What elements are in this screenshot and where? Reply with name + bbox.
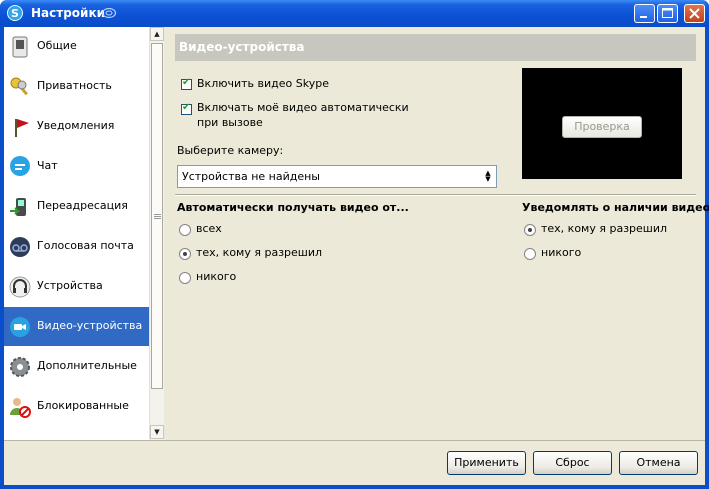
sidebar-item-devices[interactable]: Устройства (4, 267, 149, 306)
reset-button[interactable]: Сброс (533, 451, 612, 475)
notify-video-title: Уведомлять о наличии видео... (522, 201, 709, 214)
scroll-down-button[interactable]: ▼ (150, 425, 164, 439)
auto-video-label-line1: Включать моё видео автоматически (197, 101, 409, 114)
sidebar-item-notifications[interactable]: Уведомления (4, 107, 149, 146)
receive-none-label: никого (196, 270, 237, 283)
grip-line (154, 214, 161, 215)
sidebar-item-privacy[interactable]: Приватность (4, 67, 149, 106)
settings-window: S Настройки Общие Приватность Уведомлени… (0, 0, 709, 489)
receive-video-title: Автоматически получать видео от... (177, 201, 409, 214)
switch-icon (12, 36, 28, 58)
sidebar-item-general[interactable]: Общие (4, 27, 149, 66)
gear-icon (10, 357, 30, 377)
chat-bubble-icon (10, 156, 30, 176)
receive-allowed-radio[interactable] (179, 248, 191, 260)
sidebar-item-label: Устройства (37, 279, 103, 292)
divider-highlight (175, 195, 696, 196)
close-icon (689, 8, 700, 19)
apply-button[interactable]: Применить (447, 451, 526, 475)
sidebar-item-label: Переадресация (37, 199, 128, 212)
maximize-button[interactable] (657, 4, 678, 23)
scroll-thumb[interactable] (151, 43, 163, 389)
camera-select[interactable]: Устройства не найдены ▲ ▼ (177, 165, 497, 188)
camera-select-value: Устройства не найдены (182, 170, 320, 183)
sidebar-item-voicemail[interactable]: Голосовая почта (4, 227, 149, 266)
sidebar-item-blocked[interactable]: Блокированные (4, 387, 149, 426)
keys-icon (10, 77, 28, 96)
headset-icon (9, 276, 31, 298)
sidebar-scrollbar[interactable]: ▲ ▼ (149, 27, 164, 440)
preview-check-button[interactable]: Проверка (562, 116, 642, 138)
camera-label: Выберите камеру: (177, 144, 284, 157)
flag-icon (15, 119, 29, 137)
sidebar-item-label: Уведомления (37, 119, 115, 132)
receive-all-radio[interactable] (179, 224, 191, 236)
title-bar[interactable]: S Настройки (0, 0, 709, 27)
blocked-user-icon (10, 398, 31, 418)
minimize-button[interactable] (634, 4, 655, 23)
window-client: Общие Приватность Уведомления Чат Переад… (4, 27, 709, 485)
scroll-up-button[interactable]: ▲ (150, 27, 164, 41)
settings-sidebar: Общие Приватность Уведомления Чат Переад… (4, 27, 149, 440)
sidebar-item-forwarding[interactable]: Переадресация (4, 187, 149, 226)
sidebar-item-label: Чат (37, 159, 58, 172)
sidebar-item-label: Голосовая почта (37, 239, 134, 252)
window-title: Настройки (31, 6, 106, 20)
grip-line (154, 218, 161, 219)
video-preview: Проверка (522, 68, 682, 179)
maximize-icon (662, 8, 673, 18)
receive-allowed-label: тех, кому я разрешил (196, 246, 323, 259)
minimize-icon (640, 16, 647, 18)
swirl-logo-icon (101, 7, 117, 19)
notify-none-radio[interactable] (524, 248, 536, 260)
sidebar-item-label: Общие (37, 39, 77, 52)
sidebar-item-partial[interactable] (4, 427, 149, 440)
skype-icon: S (7, 5, 23, 21)
enable-video-label: Включить видео Skype (197, 77, 329, 90)
sidebar-item-chat[interactable]: Чат (4, 147, 149, 186)
cancel-button[interactable]: Отмена (619, 451, 698, 475)
sidebar-item-advanced[interactable]: Дополнительные (4, 347, 149, 386)
auto-video-label-line2: при вызове (197, 116, 263, 129)
notify-allowed-radio[interactable] (524, 224, 536, 236)
enable-video-checkbox[interactable] (181, 77, 192, 90)
receive-all-label: всех (196, 222, 222, 235)
voicemail-icon (10, 237, 30, 257)
close-button[interactable] (684, 4, 705, 23)
notify-allowed-label: тех, кому я разрешил (541, 222, 668, 235)
notify-none-label: никого (541, 246, 582, 259)
scroll-down-icon: ▼ (154, 428, 160, 436)
auto-video-checkbox[interactable] (181, 102, 192, 115)
panel-title: Видео-устройства (175, 34, 696, 61)
updown-arrows-icon: ▲ ▼ (485, 169, 491, 183)
sidebar-item-label: Приватность (37, 79, 112, 92)
sidebar-item-label: Блокированные (37, 399, 129, 412)
phone-forward-icon (10, 198, 26, 216)
sidebar-item-video-devices[interactable]: Видео-устройства (4, 307, 149, 346)
receive-none-radio[interactable] (179, 272, 191, 284)
sidebar-item-label: Дополнительные (37, 359, 137, 372)
grip-line (154, 216, 161, 217)
footer-divider (4, 440, 705, 441)
sidebar-item-label: Видео-устройства (37, 319, 143, 332)
video-camera-icon (10, 317, 30, 337)
scroll-up-icon: ▲ (154, 30, 160, 38)
